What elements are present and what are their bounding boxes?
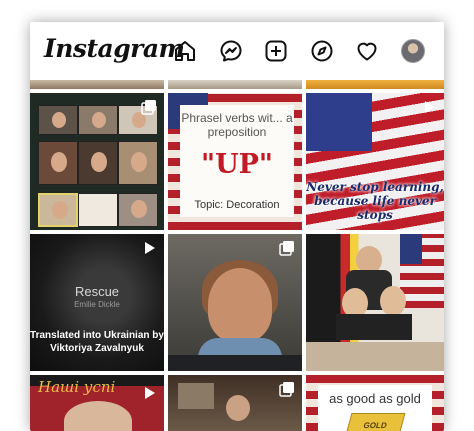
reel-icon (145, 242, 155, 254)
post-tile[interactable] (306, 80, 444, 89)
top-nav-bar: Instagram (30, 22, 444, 80)
phrasal-card: Phrasel verbs wit... a preposition "UP" … (180, 105, 294, 217)
gold-card: as good as gold GOLD (318, 385, 432, 431)
post-tile-nashi[interactable]: Наші успі (30, 375, 164, 431)
post-tile-good-as-gold[interactable]: as good as gold GOLD (306, 375, 444, 431)
explore-grid: Phrasel verbs wit... a preposition "UP" … (30, 80, 444, 431)
new-post-icon[interactable] (264, 39, 288, 63)
multiple-icon (279, 382, 294, 397)
post-tile-never-stop-learning[interactable]: Never stop learning, because life never … (306, 93, 444, 230)
multiple-icon (141, 100, 156, 115)
post-tile-classroom[interactable] (168, 375, 302, 431)
multiple-icon (279, 241, 294, 256)
phrasal-word: "UP" (201, 149, 273, 180)
call-toolbar (168, 355, 302, 371)
instagram-app: Instagram Phrasel verbs wit... a preposi… (30, 22, 444, 431)
post-tile-phrasal-verbs[interactable]: Phrasel verbs wit... a preposition "UP" … (168, 93, 302, 230)
reel-icon (425, 101, 435, 113)
post-tile-students[interactable] (306, 234, 444, 371)
post-tile-zoom-lesson[interactable] (30, 93, 164, 230)
flag-caption: Never stop learning, because life never … (306, 180, 444, 222)
home-icon[interactable] (173, 39, 197, 63)
gold-bar: GOLD (344, 413, 406, 431)
post-tile-rescue[interactable]: Rescue Emilie Dickle Translated into Ukr… (30, 234, 164, 371)
rescue-caption: Translated into Ukrainian by Viktoriya Z… (30, 330, 164, 354)
post-tile[interactable] (30, 80, 164, 89)
messenger-icon[interactable] (219, 39, 243, 63)
profile-avatar[interactable] (401, 39, 425, 63)
rescue-title: Rescue (74, 284, 120, 299)
activity-heart-icon[interactable] (355, 39, 379, 63)
post-tile-video-call[interactable] (168, 234, 302, 371)
phrasal-title: Phrasel verbs wit... a preposition (181, 111, 293, 139)
post-tile[interactable] (168, 80, 302, 89)
instagram-logo[interactable]: Instagram (44, 34, 185, 63)
nashi-title: Наші успі (38, 378, 116, 396)
rescue-author: Emilie Dickle (74, 300, 120, 309)
gold-text: as good as gold (329, 391, 421, 406)
reel-icon (145, 387, 155, 399)
explore-icon[interactable] (310, 39, 334, 63)
phrasal-topic: Topic: Decoration (194, 199, 280, 211)
